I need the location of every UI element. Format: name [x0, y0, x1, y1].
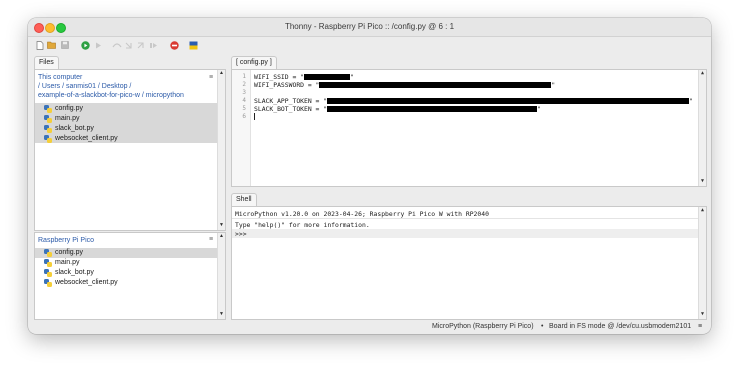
path-breadcrumb-2[interactable]: example-of-a-slackbot-for-pico-w / micro…: [38, 92, 184, 99]
interpreter-status[interactable]: MicroPython (Raspberry Pi Pico): [432, 323, 534, 330]
new-file-icon[interactable]: [35, 40, 45, 50]
shell-output-line: Type "help()" for more information.: [235, 221, 370, 229]
line-number: 2: [242, 81, 246, 88]
file-name: main.py: [55, 259, 80, 266]
resume-icon[interactable]: [149, 40, 159, 50]
scroll-down-icon[interactable]: ▼: [699, 311, 706, 318]
text-cursor: [254, 113, 255, 120]
redaction-bar: [319, 82, 552, 88]
save-icon[interactable]: [60, 40, 70, 50]
this-computer-pane: This computer ≡ / Users / sanmis01 / Des…: [34, 69, 226, 231]
scroll-down-icon[interactable]: ▼: [699, 178, 706, 185]
code-editor[interactable]: 1 WIFI_SSID = " " 2 WIFI_PASSWORD = " " 3 …: [231, 69, 707, 187]
status-menu-icon[interactable]: ≡: [698, 323, 702, 330]
thonny-window: Thonny - Raspberry Pi Pico :: /config.py…: [28, 18, 711, 334]
scroll-down-icon[interactable]: ▼: [218, 311, 225, 318]
redaction-bar: [327, 106, 538, 112]
list-item[interactable]: main.py: [35, 114, 225, 124]
board-status: Board in FS mode @ /dev/cu.usbmodem2101: [549, 323, 692, 330]
window-title: Thonny - Raspberry Pi Pico :: /config.py…: [284, 22, 455, 31]
line-number: 3: [242, 89, 246, 96]
code-text: SLACK_APP_TOKEN = ": [254, 97, 328, 105]
open-file-icon[interactable]: [47, 40, 57, 50]
file-name: slack_bot.py: [55, 269, 94, 276]
pico-header[interactable]: Raspberry Pi Pico: [38, 237, 94, 244]
step-out-icon[interactable]: [136, 40, 146, 50]
code-line: WIFI_SSID = " ": [254, 73, 354, 81]
line-number: 1: [242, 73, 246, 80]
code-text: ": [350, 73, 354, 81]
code-text: ": [551, 81, 556, 89]
file-name: websocket_client.py: [55, 279, 118, 286]
list-item[interactable]: config.py: [35, 104, 225, 114]
python-file-icon: [44, 105, 52, 113]
scrollbar[interactable]: ▲ ▼: [217, 233, 225, 319]
list-item[interactable]: websocket_client.py: [35, 278, 217, 288]
shell-console[interactable]: MicroPython v1.20.0 on 2023-04-26; Raspb…: [231, 206, 707, 320]
shell-prompt: >>>: [235, 230, 247, 238]
list-item[interactable]: main.py: [35, 258, 217, 268]
tab-shell[interactable]: Shell: [231, 193, 257, 206]
python-file-icon: [44, 259, 52, 267]
step-over-icon[interactable]: [112, 40, 122, 50]
menu-icon[interactable]: ≡: [209, 74, 213, 81]
python-file-icon: [44, 125, 52, 133]
file-name: config.py: [55, 105, 84, 112]
python-file-icon: [44, 249, 52, 257]
line-number: 4: [242, 97, 246, 104]
status-separator: •: [541, 323, 544, 330]
scrollbar[interactable]: ▲ ▼: [217, 70, 225, 230]
run-icon[interactable]: [80, 40, 90, 50]
file-name: slack_bot.py: [55, 125, 94, 132]
python-file-icon: [44, 115, 52, 123]
list-item[interactable]: slack_bot.py: [35, 268, 217, 278]
toolbar: [28, 37, 711, 53]
scroll-up-icon[interactable]: ▲: [699, 207, 706, 214]
list-item[interactable]: websocket_client.py: [35, 134, 225, 144]
python-file-icon: [44, 279, 52, 287]
file-name: config.py: [55, 249, 84, 256]
line-number: 5: [242, 105, 246, 112]
file-name: main.py: [55, 115, 80, 122]
scrollbar[interactable]: ▲ ▼: [698, 207, 706, 319]
code-text: ": [689, 97, 693, 105]
shell-input-row[interactable]: [232, 229, 698, 238]
step-into-icon[interactable]: [124, 40, 134, 50]
this-computer-header[interactable]: This computer: [38, 74, 82, 81]
code-text: WIFI_SSID = ": [254, 73, 305, 81]
debug-icon[interactable]: [93, 40, 103, 50]
shell-output-line: MicroPython v1.20.0 on 2023-04-26; Raspb…: [235, 210, 489, 218]
scrollbar[interactable]: ▲ ▼: [698, 70, 706, 186]
scroll-up-icon[interactable]: ▲: [218, 233, 225, 240]
tab-config-py[interactable]: [ config.py ]: [231, 56, 277, 69]
code-text: SLACK_BOT_TOKEN = ": [254, 105, 328, 113]
pico-files-pane: Raspberry Pi Pico ≡ config.py main.py sl…: [34, 232, 226, 320]
code-text: ": [537, 105, 541, 113]
list-item[interactable]: config.py: [35, 248, 217, 258]
code-line: SLACK_BOT_TOKEN = " ": [254, 105, 541, 113]
scroll-down-icon[interactable]: ▼: [218, 222, 225, 229]
code-text: WIFI_PASSWORD = ": [254, 81, 320, 89]
path-breadcrumb-1[interactable]: / Users / sanmis01 / Desktop /: [38, 83, 131, 90]
file-name: websocket_client.py: [55, 135, 118, 142]
list-item[interactable]: slack_bot.py: [35, 124, 225, 134]
menu-icon[interactable]: ≡: [209, 236, 213, 243]
switch-icon[interactable]: [188, 40, 198, 50]
scroll-up-icon[interactable]: ▲: [699, 70, 706, 77]
status-bar: MicroPython (Raspberry Pi Pico) • Board …: [28, 320, 711, 334]
divider: [232, 218, 698, 219]
code-line: WIFI_PASSWORD = " ": [254, 81, 555, 89]
python-file-icon: [44, 135, 52, 143]
code-line: SLACK_APP_TOKEN = " ": [254, 97, 693, 105]
redaction-bar: [327, 98, 690, 104]
redaction-bar: [304, 74, 351, 80]
line-number: 6: [242, 113, 246, 120]
title-bar: Thonny - Raspberry Pi Pico :: /config.py…: [28, 18, 711, 37]
scroll-up-icon[interactable]: ▲: [218, 70, 225, 77]
python-file-icon: [44, 269, 52, 277]
tab-files[interactable]: Files: [34, 56, 59, 69]
stop-icon[interactable]: [169, 40, 179, 50]
